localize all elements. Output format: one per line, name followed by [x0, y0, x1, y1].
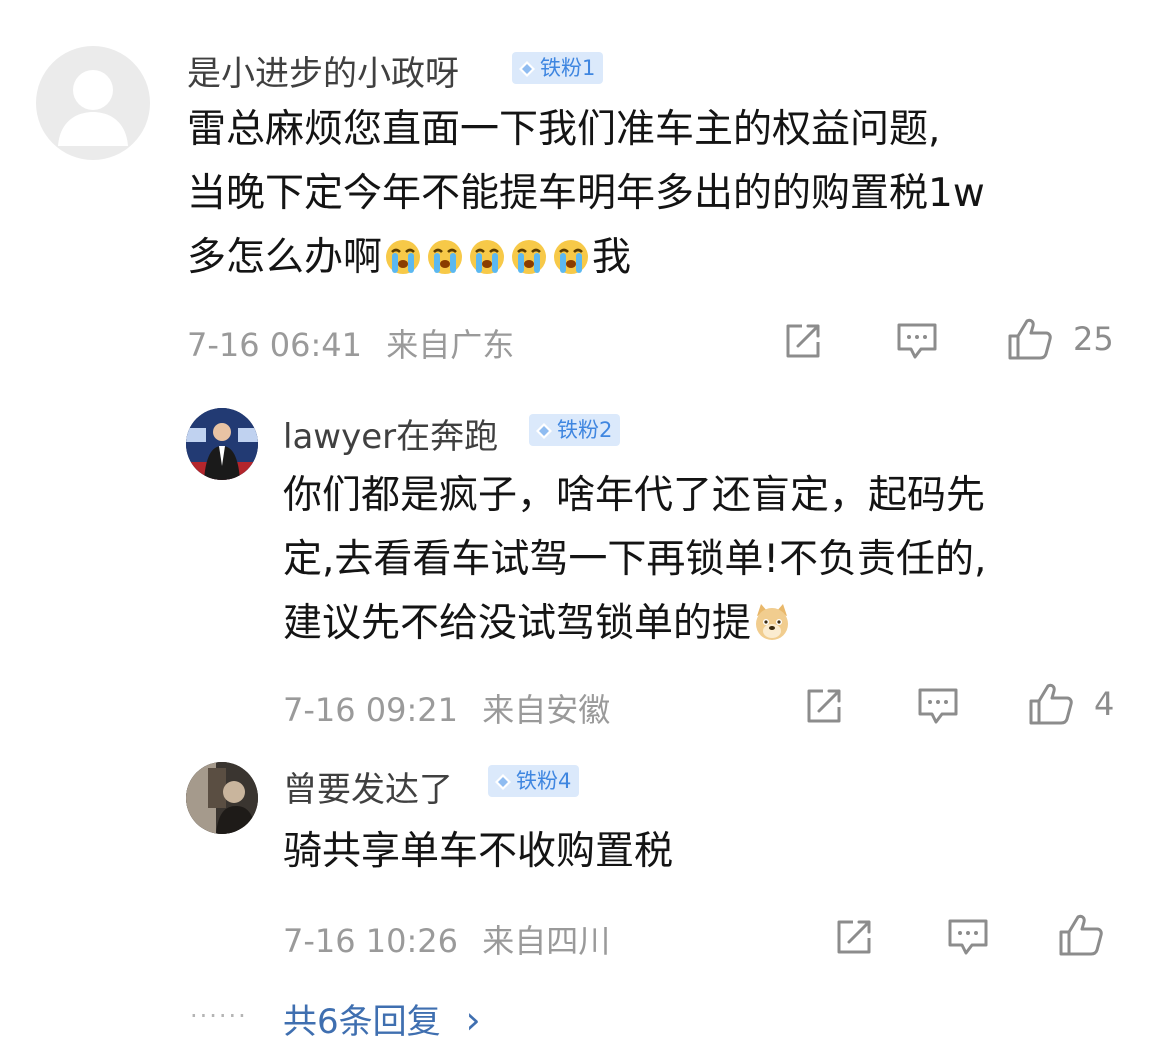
timestamp: 7-16 06:41: [187, 326, 363, 364]
comment-icon: [918, 688, 958, 724]
diamond-icon: [495, 774, 511, 790]
crying-face-icon: [386, 240, 421, 274]
like-count: 25: [1073, 320, 1114, 358]
location: 来自广东: [386, 326, 515, 364]
more-replies-dots: ······: [190, 1002, 248, 1030]
share-icon: [786, 324, 820, 358]
comment-text: 骑共享单车不收购置税: [283, 820, 1133, 884]
crying-face-icon: [428, 240, 463, 274]
comment-line: 定,去看看车试驾一下再锁单!不负责任的,: [283, 537, 987, 582]
fan-badge[interactable]: 铁粉4: [488, 765, 580, 797]
comment-line: 骑共享单车不收购置税: [283, 829, 674, 874]
location: 来自四川: [482, 922, 611, 960]
avatar-default[interactable]: [36, 46, 150, 160]
comment-line: 建议先不给没试驾锁单的提: [283, 592, 1133, 656]
comment-meta: 7-16 06:41 来自广东: [187, 320, 514, 366]
badge-label: 铁粉1: [540, 56, 596, 80]
like-button[interactable]: [1006, 316, 1054, 362]
like-button[interactable]: [1027, 681, 1075, 727]
thumbs-up-icon: [1029, 683, 1073, 725]
comment-icon: [948, 919, 988, 955]
share-icon: [837, 920, 871, 954]
default-avatar-icon: [58, 70, 128, 146]
diamond-icon: [536, 423, 552, 439]
comment-line-tail: 我: [592, 235, 632, 280]
comment-line: 雷总麻烦您直面一下我们准车主的权益问题,: [187, 107, 941, 152]
user-photo-icon: [186, 762, 258, 834]
reply-button[interactable]: [916, 685, 960, 727]
reply-button[interactable]: [895, 320, 939, 362]
avatar-lawyer[interactable]: [186, 408, 258, 480]
username[interactable]: 是小进步的小政呀: [187, 46, 459, 95]
share-icon: [807, 689, 841, 723]
like-button[interactable]: [1057, 912, 1105, 958]
user-photo-icon: [186, 408, 258, 480]
badge-label: 铁粉2: [557, 418, 613, 442]
comment-icon: [897, 323, 937, 359]
thumbs-up-icon: [1059, 914, 1103, 956]
comment-meta: 7-16 09:21 来自安徽: [283, 685, 610, 731]
fan-badge[interactable]: 铁粉2: [529, 414, 621, 446]
crying-face-icon: [554, 240, 589, 274]
timestamp: 7-16 09:21: [283, 691, 459, 729]
crying-face-emoji-group: [382, 235, 592, 280]
username[interactable]: lawyer在奔跑: [283, 409, 498, 458]
comment-line: 当晚下定今年不能提车明年多出的的购置税1w: [187, 171, 985, 216]
like-count: 4: [1094, 685, 1115, 723]
share-button[interactable]: [803, 685, 845, 727]
chevron-right-icon: ›: [465, 998, 481, 1042]
comment-line-text: 建议先不给没试驾锁单的提: [283, 601, 752, 646]
doge-face-icon: [756, 604, 789, 640]
comment-line-text: 多怎么办啊: [187, 235, 383, 280]
thumbs-up-icon: [1008, 318, 1052, 360]
share-button[interactable]: [782, 320, 824, 362]
more-replies-label: 共6条回复: [283, 1002, 441, 1042]
comment-text: 雷总麻烦您直面一下我们准车主的权益问题, 当晚下定今年不能提车明年多出的的购置税…: [187, 98, 1127, 290]
avatar-zeng[interactable]: [186, 762, 258, 834]
fan-badge[interactable]: 铁粉1: [512, 52, 604, 84]
timestamp: 7-16 10:26: [283, 922, 459, 960]
diamond-icon: [519, 61, 535, 77]
comment-line: 你们都是疯子，啥年代了还盲定，起码先: [283, 473, 986, 518]
share-button[interactable]: [833, 916, 875, 958]
badge-label: 铁粉4: [516, 769, 572, 793]
crying-face-icon: [470, 240, 505, 274]
reply-button[interactable]: [946, 916, 990, 958]
comment-meta: 7-16 10:26 来自四川: [283, 916, 610, 962]
username[interactable]: 曾要发达了: [283, 762, 453, 811]
comment-text: 你们都是疯子，啥年代了还盲定，起码先 定,去看看车试驾一下再锁单!不负责任的, …: [283, 464, 1133, 656]
crying-face-icon: [512, 240, 547, 274]
view-more-replies-link[interactable]: 共6条回复 ›: [283, 994, 481, 1043]
location: 来自安徽: [482, 691, 611, 729]
comment-line: 多怎么办啊 我: [187, 226, 1127, 290]
